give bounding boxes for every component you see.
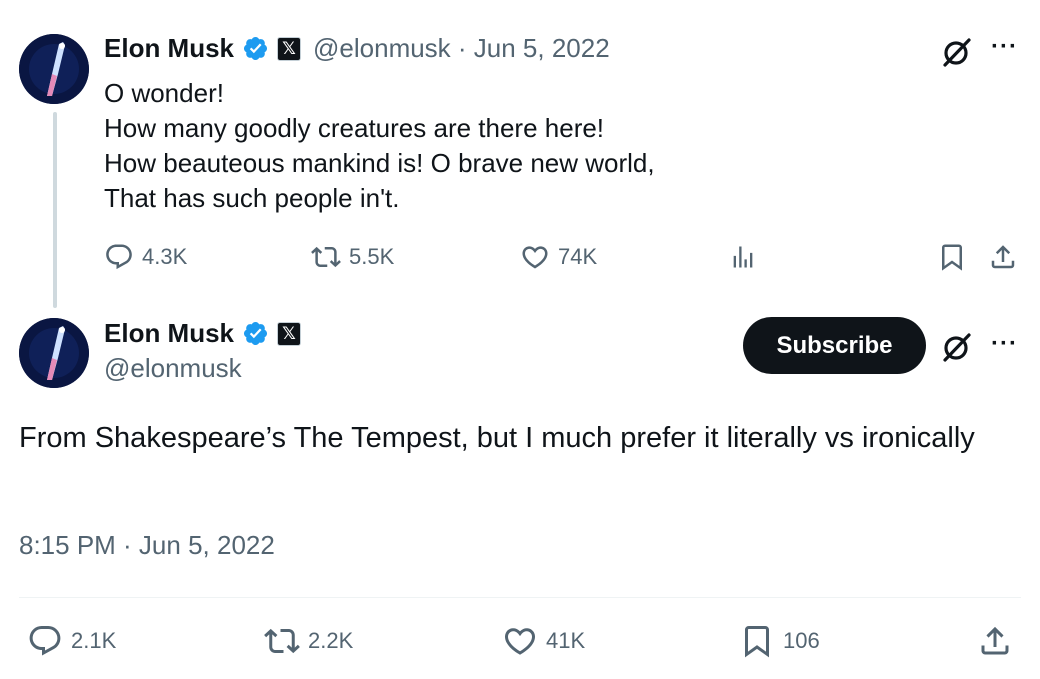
repost-icon <box>264 628 300 654</box>
author-name[interactable]: Elon Musk <box>104 33 234 64</box>
views-button[interactable] <box>729 242 757 272</box>
tweet2-header: Elon Musk 𝕏 <box>104 318 302 349</box>
repost-count: 5.5K <box>349 244 395 269</box>
share-icon <box>981 626 1009 655</box>
reply-count: 4.3K <box>142 244 188 269</box>
reply-icon <box>106 244 132 270</box>
share-button[interactable] <box>977 623 1013 659</box>
like-icon <box>522 246 548 269</box>
more-icon[interactable]: ··· <box>991 33 1018 61</box>
bookmark-icon <box>745 626 769 658</box>
tweet-line: That has such people in't. <box>104 183 400 213</box>
verified-badge-icon <box>242 320 269 347</box>
tweet1-header: Elon Musk 𝕏 @elonmusk · Jun 5, 2022 <box>104 33 610 64</box>
subscribe-button[interactable]: Subscribe <box>743 317 926 374</box>
like-count: 41K <box>546 628 586 653</box>
bookmark-button[interactable] <box>937 242 967 272</box>
bookmark-count: 106 <box>783 628 820 653</box>
repost-button[interactable]: 2.2K <box>264 623 353 659</box>
x-logo-icon: 𝕏 <box>277 321 302 346</box>
timestamp[interactable]: 8:15 PM · Jun 5, 2022 <box>19 530 275 561</box>
reply-count: 2.1K <box>71 628 117 653</box>
repost-icon <box>311 246 341 268</box>
bookmark-button[interactable]: 106 <box>739 623 820 659</box>
avatar[interactable] <box>19 318 89 388</box>
grok-icon[interactable] <box>941 331 973 363</box>
bookmark-icon <box>942 244 962 271</box>
tweet-line: How beauteous mankind is! O brave new wo… <box>104 148 655 178</box>
tweet-line: How many goodly creatures are there here… <box>104 113 605 143</box>
verified-badge-icon <box>242 35 269 62</box>
more-icon[interactable]: ··· <box>991 330 1018 358</box>
reply-button[interactable]: 4.3K <box>104 242 187 272</box>
divider <box>19 597 1021 598</box>
tweet2-text: From Shakespeare’s The Tempest, but I mu… <box>19 422 975 454</box>
like-count: 74K <box>558 244 598 269</box>
thread-line <box>53 112 57 308</box>
tweet-line: O wonder! <box>104 78 224 108</box>
tweet1-text: O wonder! How many goodly creatures are … <box>104 76 655 216</box>
share-button[interactable] <box>988 242 1018 272</box>
handle-date[interactable]: @elonmusk · Jun 5, 2022 <box>313 33 610 64</box>
views-icon <box>733 246 753 268</box>
x-logo-icon: 𝕏 <box>277 36 302 61</box>
like-icon <box>504 628 536 655</box>
share-icon <box>991 245 1015 269</box>
author-handle[interactable]: @elonmusk <box>104 353 242 384</box>
grok-icon[interactable] <box>941 36 973 68</box>
like-button[interactable]: 41K <box>502 623 585 659</box>
author-name[interactable]: Elon Musk <box>104 318 234 349</box>
reply-button[interactable]: 2.1K <box>27 623 116 659</box>
like-button[interactable]: 74K <box>520 242 597 272</box>
reply-icon <box>29 626 61 656</box>
repost-count: 2.2K <box>308 628 354 653</box>
repost-button[interactable]: 5.5K <box>311 242 394 272</box>
avatar[interactable] <box>19 34 89 104</box>
